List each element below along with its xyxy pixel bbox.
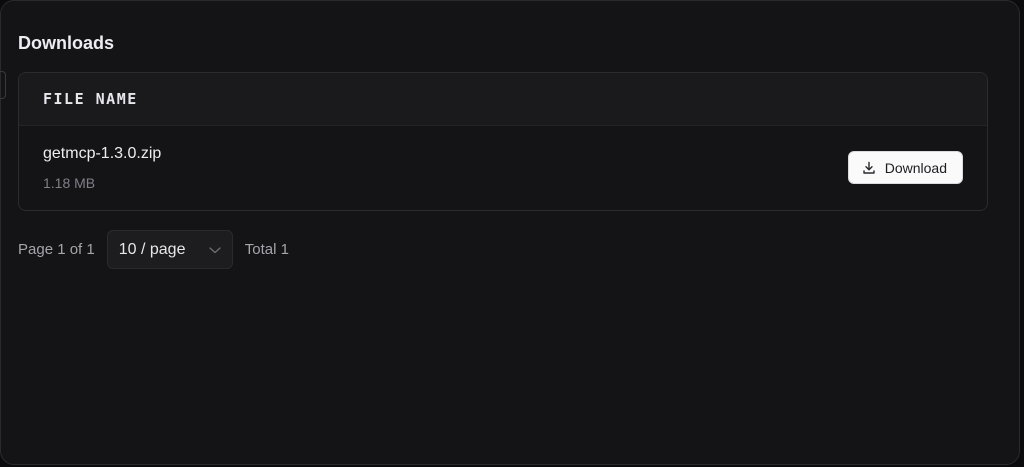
page-info: Page 1 of 1 <box>18 241 95 258</box>
file-size: 1.18 MB <box>43 175 96 191</box>
page-size-select[interactable]: 10 / page <box>106 230 233 269</box>
page-size-value: 10 / page <box>118 240 186 258</box>
page-title: Downloads <box>18 33 115 53</box>
downloads-table: FILE NAME getmcp-1.3.0.zip 1.18 MB Downl… <box>18 72 988 211</box>
table-header: FILE NAME <box>19 73 987 126</box>
download-icon <box>862 161 876 175</box>
table-row: getmcp-1.3.0.zip 1.18 MB Download <box>19 126 987 210</box>
downloads-panel: Downloads FILE NAME getmcp-1.3.0.zip 1.1… <box>0 0 1020 465</box>
download-button-label: Download <box>884 159 947 176</box>
file-name: getmcp-1.3.0.zip <box>43 145 162 162</box>
pagination: Page 1 of 1 10 / page Total 1 <box>18 230 289 269</box>
chevron-down-icon <box>208 245 222 255</box>
download-button[interactable]: Download <box>847 151 963 184</box>
column-header-file-name: FILE NAME <box>43 90 138 108</box>
collapsed-sidebar-edge[interactable] <box>0 71 6 99</box>
total-count: Total 1 <box>244 241 289 258</box>
